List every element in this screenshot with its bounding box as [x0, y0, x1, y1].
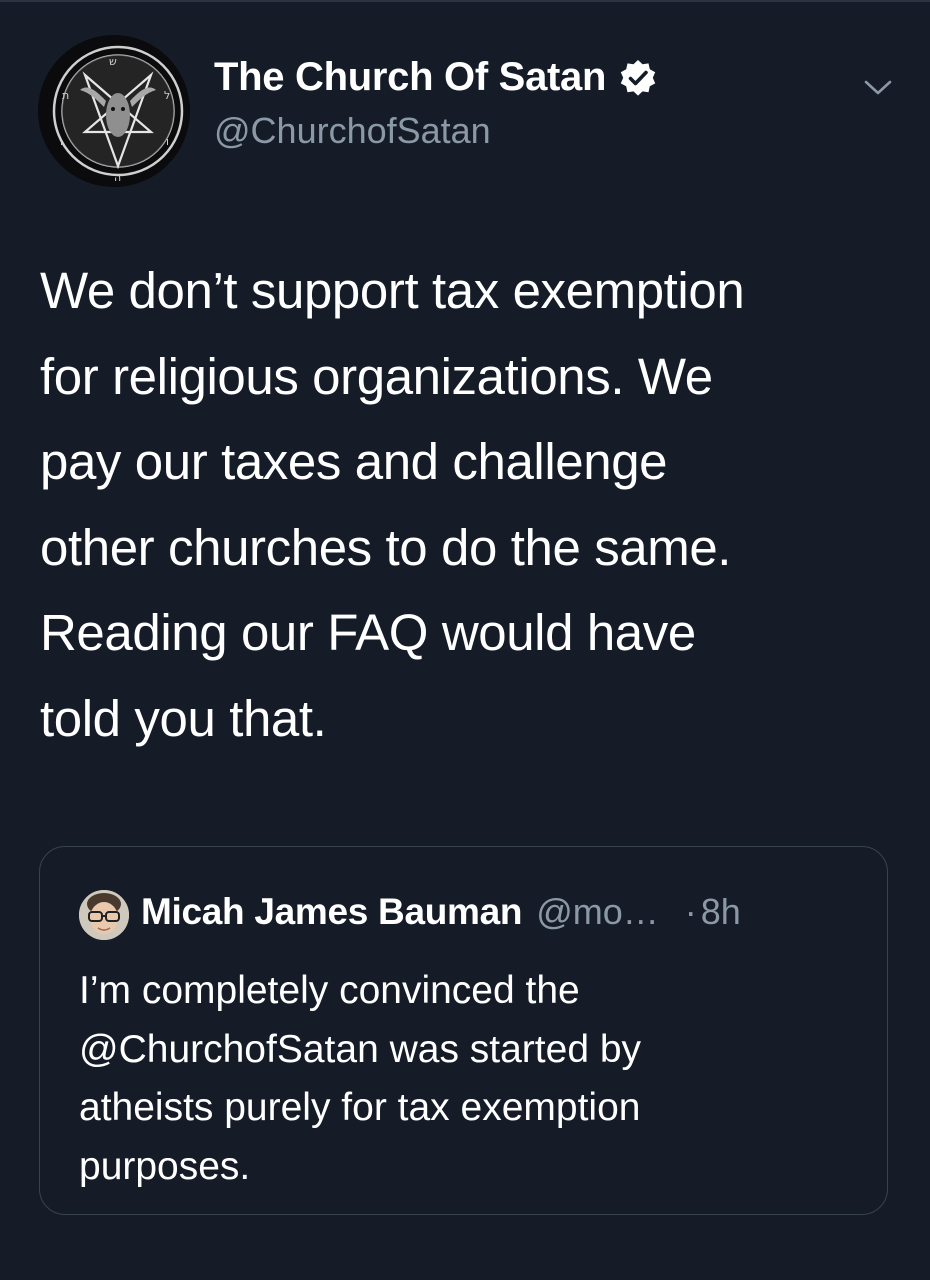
quoted-text-line: purposes. — [79, 1144, 251, 1188]
author-handle[interactable]: @ChurchofSatan — [214, 110, 491, 152]
tweet-text-line: for religious organizations. We — [40, 347, 713, 405]
author-avatar[interactable]: ש ל ו ה ו ת — [38, 35, 190, 187]
svg-text:ל: ל — [164, 89, 170, 102]
quoted-tweet-timestamp[interactable]: 8h — [701, 891, 741, 933]
tweet-text: We don’t support tax exemption for relig… — [40, 248, 900, 761]
author-display-name[interactable]: The Church Of Satan — [214, 55, 606, 100]
tweet-text-line: told you that. — [40, 689, 327, 747]
separator-dot: · — [684, 891, 697, 932]
tweet-text-line: Reading our FAQ would have — [40, 604, 696, 661]
chevron-down-icon[interactable] — [860, 72, 896, 102]
quoted-tweet-card[interactable]: Micah James Bauman @mo… · 8h I’m complet… — [39, 846, 888, 1215]
tweet-text-line: pay our taxes and challenge — [40, 433, 668, 490]
quoted-tweet-text: I’m completely convinced the @ChurchofSa… — [79, 962, 859, 1196]
baphomet-sigil-icon: ש ל ו ה ו ת — [38, 35, 190, 187]
tweet-text-line: other churches to do the same. — [40, 518, 732, 576]
tweet-text-line: We don’t support tax exemption — [40, 262, 745, 319]
quoted-text-line: I’m completely convinced the — [79, 969, 580, 1012]
svg-text:ת: ת — [62, 89, 69, 102]
quoted-text-line: atheists purely for tax exemption — [79, 1086, 641, 1129]
quoted-author-display-name[interactable]: Micah James Bauman — [141, 891, 523, 933]
quoted-author-avatar[interactable] — [79, 890, 129, 940]
quoted-text-line: @ChurchofSatan was started by — [79, 1027, 642, 1071]
svg-text:ש: ש — [109, 55, 117, 68]
user-avatar-icon — [79, 890, 129, 940]
svg-text:ו: ו — [60, 135, 63, 148]
verified-badge-icon — [618, 58, 658, 98]
top-divider — [0, 0, 930, 2]
author-name-row: The Church Of Satan — [214, 55, 658, 100]
quoted-tweet-header: Micah James Bauman @mo… · 8h — [141, 891, 741, 933]
svg-text:ה: ה — [114, 171, 121, 184]
quoted-author-handle[interactable]: @mo… — [536, 891, 659, 933]
svg-text:ו: ו — [166, 135, 169, 148]
